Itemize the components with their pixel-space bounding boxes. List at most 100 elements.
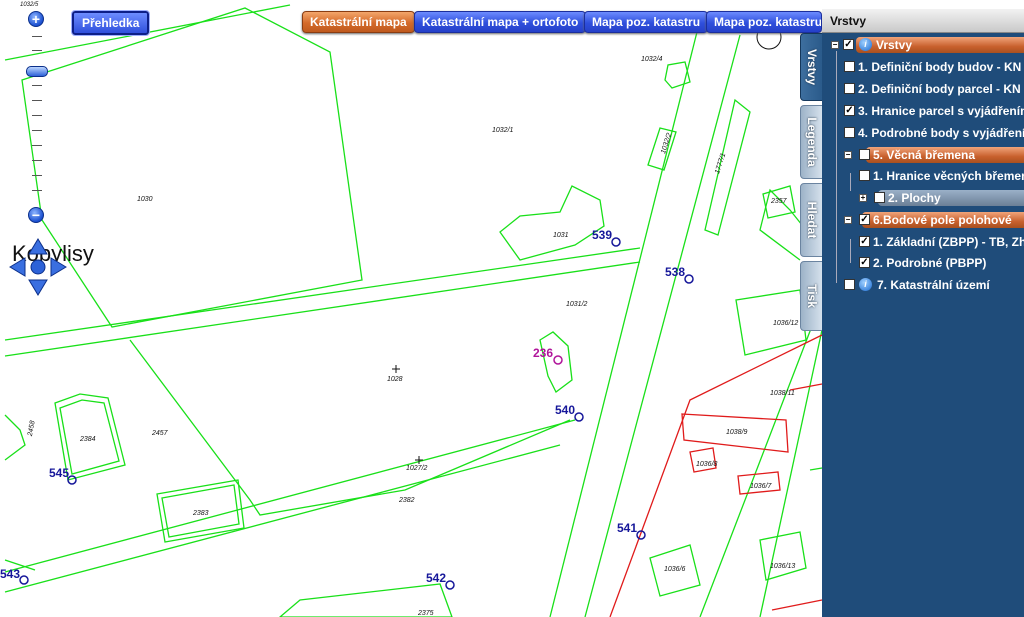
parcel-outline — [4, 247, 641, 341]
layer-row[interactable]: ✓ 3. Hranice parcel s vyjádřením — [822, 102, 1024, 120]
layer-label: 5. Věcná břemena — [873, 148, 976, 162]
parcel-outline — [539, 331, 573, 393]
layer-checkbox[interactable] — [844, 127, 855, 138]
layer-checkbox[interactable] — [844, 279, 855, 290]
layers-panel-title: Vrstvy — [822, 9, 1024, 33]
tab-layers[interactable]: Vrstvy — [800, 33, 824, 101]
layer-row-group[interactable]: + 2. Plochy — [822, 189, 1024, 207]
layer-checkbox[interactable]: ✓ — [859, 214, 870, 225]
zoom-tick[interactable] — [32, 85, 42, 86]
parcel-outline — [759, 531, 807, 581]
parcel-label: 2375 — [418, 610, 434, 617]
parcel-label: 1032/4 — [641, 56, 663, 63]
survey-point-label: 236 — [533, 346, 554, 360]
layers-panel: Vrstvy − ✓ i Vrstvy 1. Definiční body bu… — [822, 9, 1024, 617]
pan-left-icon — [9, 257, 26, 277]
parcel-label: 1038/11 — [770, 390, 795, 397]
expand-icon[interactable]: + — [859, 194, 867, 202]
map-type-land-cadastre-button[interactable]: Mapa poz. katastru — [584, 11, 709, 33]
layer-checkbox[interactable]: ✓ — [843, 39, 854, 50]
zoom-out-button[interactable]: − — [28, 207, 44, 223]
tab-search[interactable]: Hledat — [800, 183, 824, 257]
overview-button[interactable]: Přehledka — [70, 10, 151, 36]
zoom-tick[interactable] — [32, 190, 42, 191]
parcel-label: 1030 — [137, 196, 153, 203]
zoom-tick[interactable] — [32, 50, 42, 51]
layer-checkbox[interactable] — [859, 149, 870, 160]
parcel-label: 1028 — [387, 376, 403, 383]
parcel-outline — [499, 185, 605, 261]
layer-row[interactable]: 1. Definiční body budov - KN — [822, 58, 1024, 76]
layer-label: 7. Katastrální území — [877, 278, 990, 292]
layer-row[interactable]: 4. Podrobné body s vyjádřením — [822, 124, 1024, 142]
pan-control[interactable] — [9, 238, 67, 296]
parcel-outline — [4, 444, 561, 593]
parcel-label: 1036/8 — [696, 461, 718, 468]
parcel-outline — [699, 299, 823, 617]
parcel-label: 2384 — [80, 436, 96, 443]
tab-layers-label: Vrstvy — [805, 48, 819, 86]
layer-label: 2. Definiční body parcel - KN — [858, 82, 1021, 96]
layer-row-group[interactable]: − ✓ 6.Bodové pole polohové — [822, 211, 1024, 229]
layer-row-group[interactable]: − 5. Věcná břemena — [822, 146, 1024, 164]
parcel-outline — [809, 467, 823, 471]
survey-point-marker — [611, 237, 621, 247]
info-icon[interactable]: i — [859, 278, 872, 291]
parcel-label: 2383 — [193, 510, 209, 517]
collapse-icon[interactable]: − — [831, 41, 839, 49]
parcel-outline — [129, 339, 571, 516]
layer-row[interactable]: 1. Hranice věcných břemen — [822, 167, 1024, 185]
zoom-tick[interactable] — [32, 130, 42, 131]
map-type-cadastral-button[interactable]: Katastrální mapa — [302, 11, 415, 33]
collapse-icon[interactable]: − — [844, 216, 852, 224]
tab-print-label: Tisk — [805, 284, 819, 308]
survey-point-label: 542 — [426, 571, 447, 585]
layer-row[interactable]: 2. Definiční body parcel - KN — [822, 80, 1024, 98]
layer-checkbox[interactable] — [844, 61, 855, 72]
parcel-outline — [704, 98, 751, 236]
survey-point-label: 543 — [0, 567, 21, 581]
zoom-tick[interactable] — [32, 175, 42, 176]
parcel-label: 1032/1 — [492, 127, 514, 134]
layer-label: 1. Definiční body budov - KN — [858, 60, 1022, 74]
parcel-label: 1036/7 — [750, 483, 772, 490]
layer-checkbox[interactable]: ✓ — [859, 257, 870, 268]
layer-row[interactable]: ✓ 2. Podrobné (PBPP) — [822, 254, 1024, 272]
survey-point-label: 538 — [665, 265, 686, 279]
layer-checkbox[interactable] — [874, 192, 885, 203]
survey-point-marker — [574, 412, 584, 422]
parcel-label: 1036/13 — [770, 563, 796, 570]
parcel-outline — [21, 7, 363, 328]
zoom-in-button[interactable]: + — [28, 11, 44, 27]
layer-label: Vrstvy — [876, 38, 913, 52]
layer-checkbox[interactable]: ✓ — [844, 105, 855, 116]
tab-legend[interactable]: Legenda — [800, 105, 824, 179]
parcel-label: 1027/2 — [406, 465, 428, 472]
layer-row-root[interactable]: − ✓ i Vrstvy — [822, 36, 1024, 54]
zoom-tick[interactable] — [32, 115, 42, 116]
tab-print[interactable]: Tisk — [800, 261, 824, 331]
zoom-tick[interactable] — [32, 145, 42, 146]
layer-row[interactable]: ✓ 1. Základní (ZBPP) - TB, ZhB, — [822, 233, 1024, 251]
info-icon[interactable]: i — [859, 38, 872, 51]
layer-row[interactable]: i 7. Katastrální území — [822, 276, 1024, 294]
layer-checkbox[interactable]: ✓ — [859, 236, 870, 247]
zoom-slider-handle[interactable] — [26, 66, 48, 77]
pan-right-icon — [50, 257, 67, 277]
zoom-tick[interactable] — [32, 100, 42, 101]
map-type-land-cadastre-button-2[interactable]: Mapa poz. katastru — [706, 11, 822, 33]
parcel-label: 1036/6 — [664, 566, 686, 573]
survey-point-marker — [19, 575, 29, 585]
survey-point-marker — [445, 580, 455, 590]
tab-legend-label: Legenda — [805, 117, 819, 167]
zoom-tick[interactable] — [32, 160, 42, 161]
survey-point-marker — [553, 355, 563, 365]
layer-label: 1. Základní (ZBPP) - TB, ZhB, — [873, 235, 1024, 249]
map-type-cadastral-ortho-button[interactable]: Katastrální mapa + ortofoto — [414, 11, 587, 33]
layer-checkbox[interactable] — [859, 170, 870, 181]
collapse-icon[interactable]: − — [844, 151, 852, 159]
survey-point-marker — [684, 274, 694, 284]
zoom-tick[interactable] — [32, 36, 42, 37]
layer-label: 2. Podrobné (PBPP) — [873, 256, 987, 270]
layer-checkbox[interactable] — [844, 83, 855, 94]
